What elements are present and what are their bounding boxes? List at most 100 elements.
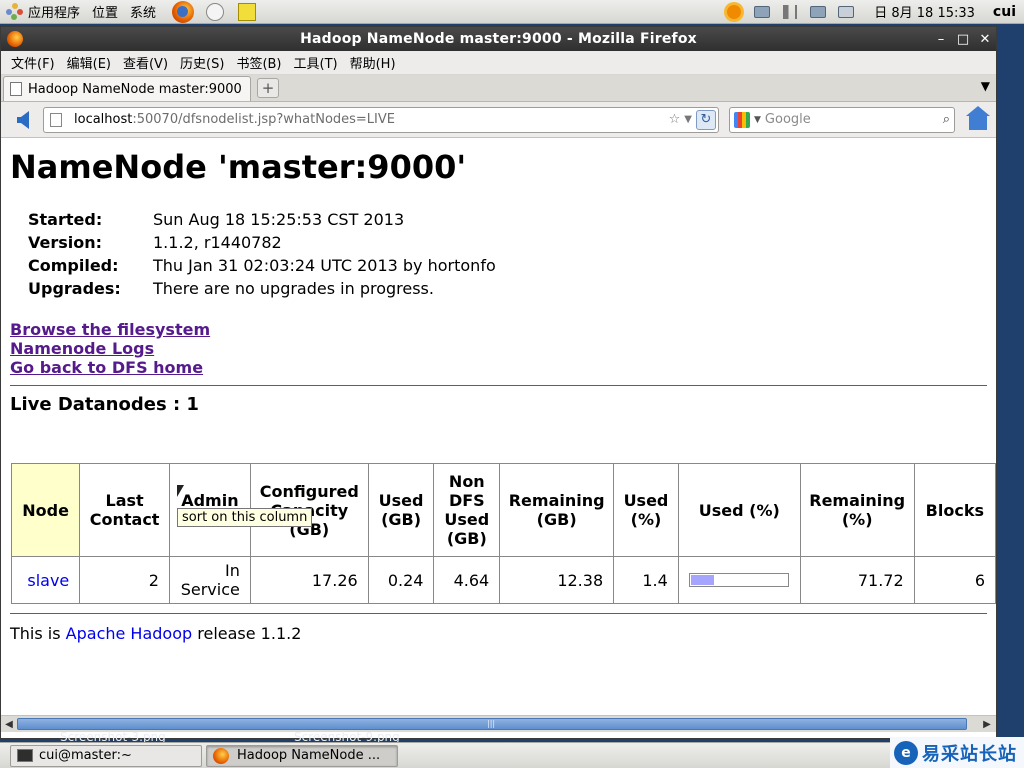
applications-menu[interactable]: 应用程序 <box>0 0 86 24</box>
menu-bookmarks[interactable]: 书签(B) <box>230 53 287 72</box>
reload-button[interactable]: ↻ <box>696 109 716 130</box>
bookmark-star-icon[interactable]: ☆ <box>669 112 681 127</box>
col-remaining-pct[interactable]: Remaining (%) <box>799 463 915 557</box>
back-arrow-icon <box>17 110 29 129</box>
close-button[interactable]: ✕ <box>974 28 996 50</box>
menu-file[interactable]: 文件(F) <box>5 53 61 72</box>
menu-edit[interactable]: 编辑(E) <box>61 53 117 72</box>
info-row: Version: 1.1.2, r1440782 <box>28 231 496 254</box>
places-menu[interactable]: 位置 <box>86 0 124 24</box>
mail-launcher[interactable] <box>202 0 228 24</box>
info-value: Thu Jan 31 02:03:24 UTC 2013 by hortonfo <box>153 256 496 275</box>
home-button[interactable] <box>965 105 991 133</box>
clock[interactable]: 日 8月 18 15:33 <box>860 2 985 21</box>
info-value: There are no upgrades in progress. <box>153 279 434 298</box>
info-key: Version: <box>28 233 103 252</box>
menu-view[interactable]: 查看(V) <box>117 53 174 72</box>
col-used-pct-bar[interactable]: Used (%) <box>677 463 801 557</box>
window-titlebar[interactable]: Hadoop NameNode master:9000 - Mozilla Fi… <box>1 27 996 51</box>
search-bar[interactable]: ▼ Google ⌕ <box>729 106 955 133</box>
cell-configured-capacity: 17.26 <box>249 556 369 604</box>
firefox-icon <box>213 747 229 764</box>
nav-links: Browse the filesystem Namenode Logs Go b… <box>10 320 210 377</box>
col-last-contact[interactable]: Last Contact <box>79 463 170 557</box>
browse-filesystem-link[interactable]: Browse the filesystem <box>10 320 210 339</box>
cell-node: slave <box>10 556 81 604</box>
menu-tools[interactable]: 工具(T) <box>288 53 344 72</box>
gnome-foot-icon <box>6 2 24 21</box>
printer-icon <box>838 5 855 18</box>
mail-icon <box>206 2 225 21</box>
footer-prefix: This is <box>10 624 66 643</box>
datanode-link[interactable]: slave <box>27 571 69 590</box>
used-percent-bar-fill <box>691 575 714 585</box>
dfs-home-link[interactable]: Go back to DFS home <box>10 358 210 377</box>
printer-tray[interactable] <box>835 1 857 23</box>
taskbar-firefox[interactable]: Hadoop NameNode ... <box>206 744 398 767</box>
taskbar-terminal[interactable]: cui@master:~ <box>10 744 202 767</box>
menu-history[interactable]: 历史(S) <box>174 53 230 72</box>
url-path: :50070/dfsnodelist.jsp?whatNodes=LIVE <box>132 112 395 127</box>
taskbar-firefox-label: Hadoop NameNode ... <box>237 748 381 763</box>
firefox-window: Hadoop NameNode master:9000 - Mozilla Fi… <box>0 26 997 739</box>
apache-hadoop-link[interactable]: Apache Hadoop <box>66 624 193 643</box>
page-icon <box>10 82 22 96</box>
maximize-button[interactable]: □ <box>952 28 974 50</box>
home-icon <box>966 105 990 130</box>
cell-remaining-gb: 12.38 <box>499 556 615 604</box>
namenode-logs-link[interactable]: Namenode Logs <box>10 339 210 358</box>
chevron-down-icon: ▼ <box>980 79 990 93</box>
cell-admin-state: In Service <box>168 556 251 604</box>
notes-launcher[interactable] <box>234 0 260 24</box>
cell-non-dfs-used: 4.64 <box>433 556 501 604</box>
col-used-gb[interactable]: Used (GB) <box>367 463 435 557</box>
search-engine-icon[interactable] <box>734 111 750 128</box>
network-manager-tray[interactable] <box>751 1 773 23</box>
namenode-info: Started: Sun Aug 18 15:25:53 CST 2013 Ver… <box>28 208 496 300</box>
tab-hadoop-namenode[interactable]: Hadoop NameNode master:9000 <box>3 76 251 101</box>
live-datanodes-heading: Live Datanodes : 1 <box>10 394 199 415</box>
network-icon <box>754 5 771 18</box>
scrollbar-grip-icon: ||| <box>487 719 496 728</box>
divider <box>10 385 987 386</box>
site-identity-icon[interactable] <box>50 112 62 127</box>
firefox-launcher[interactable] <box>170 0 196 24</box>
menubar: 文件(F) 编辑(E) 查看(V) 历史(S) 书签(B) 工具(T) 帮助(H… <box>1 51 996 75</box>
search-engine-dropdown-icon[interactable]: ▼ <box>754 115 761 125</box>
display-tray[interactable] <box>807 1 829 23</box>
scroll-right-icon[interactable]: ▶ <box>980 717 994 731</box>
cell-used-pct: 1.4 <box>613 556 679 604</box>
window-title: Hadoop NameNode master:9000 - Mozilla Fi… <box>300 31 697 47</box>
list-all-tabs-button[interactable]: ▼ <box>981 79 990 93</box>
scroll-left-icon[interactable]: ◀ <box>2 717 16 731</box>
sort-tooltip: sort on this column <box>177 508 313 527</box>
monitor-icon <box>810 5 827 18</box>
info-row: Compiled: Thu Jan 31 02:03:24 UTC 2013 by… <box>28 254 496 277</box>
cell-blocks: 6 <box>913 556 996 604</box>
new-tab-button[interactable]: + <box>257 78 279 98</box>
info-value: Sun Aug 18 15:25:53 CST 2013 <box>153 210 405 229</box>
menu-help[interactable]: 帮助(H) <box>344 53 402 72</box>
system-menu[interactable]: 系统 <box>124 0 162 24</box>
col-remaining-gb[interactable]: Remaining (GB) <box>499 463 615 557</box>
user-menu[interactable]: cui <box>985 4 1024 20</box>
url-bar[interactable]: localhost:50070/dfsnodelist.jsp?whatNode… <box>43 106 719 133</box>
binoculars-icon[interactable]: ⌕ <box>943 112 950 127</box>
info-key: Upgrades: <box>28 279 121 298</box>
col-non-dfs-used[interactable]: Non DFS Used (GB) <box>433 463 501 557</box>
col-node[interactable]: Node <box>10 463 81 557</box>
applications-menu-label: 应用程序 <box>28 6 81 21</box>
updates-tray[interactable] <box>723 1 745 23</box>
system-menu-label: 系统 <box>130 6 157 21</box>
col-used-pct[interactable]: Used (%) <box>613 463 679 557</box>
watermark: e 易采站长站 <box>890 737 1024 768</box>
places-menu-label: 位置 <box>92 6 119 21</box>
watermark-logo: e <box>894 740 918 765</box>
back-button[interactable] <box>7 104 39 136</box>
col-blocks[interactable]: Blocks <box>913 463 996 557</box>
minimize-button[interactable]: – <box>930 28 952 50</box>
volume-tray[interactable] <box>779 1 801 23</box>
info-key: Started: <box>28 210 103 229</box>
search-placeholder: Google <box>764 112 811 127</box>
history-dropdown-icon[interactable]: ▼ <box>684 114 692 125</box>
